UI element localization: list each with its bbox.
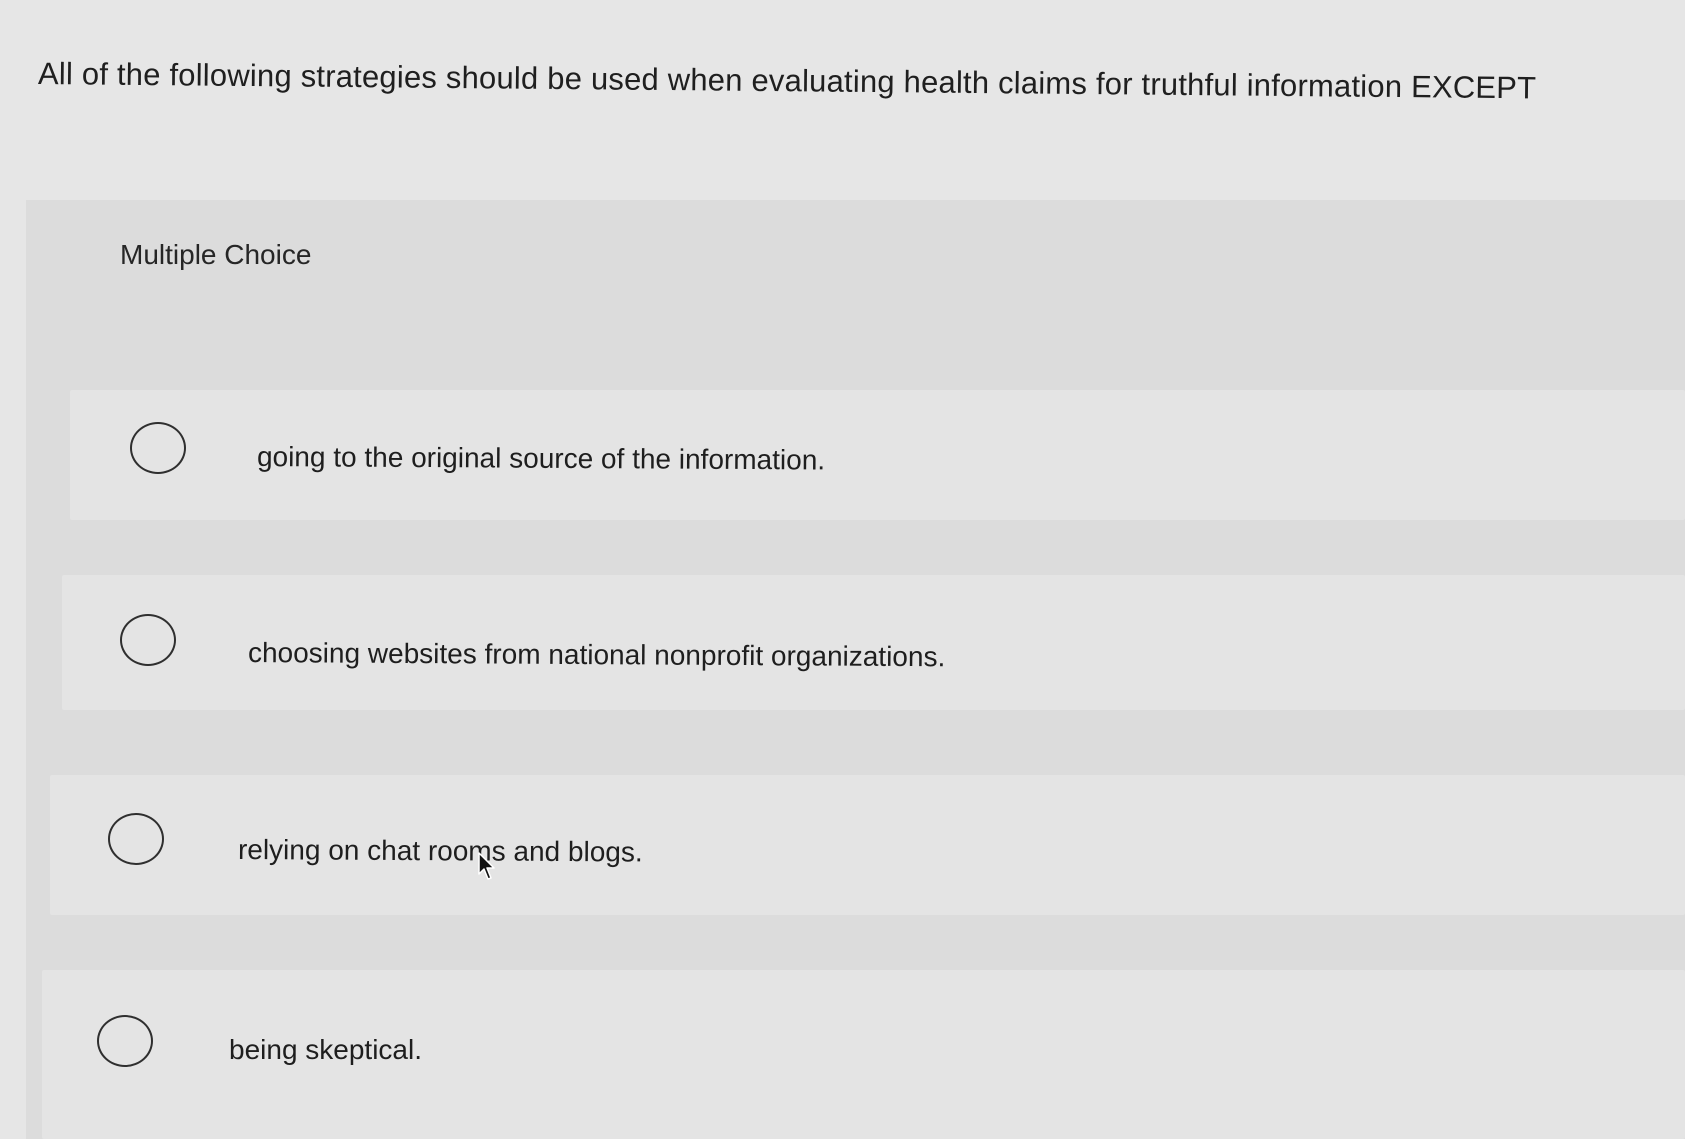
option-label[interactable]: relying on chat rooms and blogs. — [238, 833, 643, 869]
mouse-pointer-icon — [478, 852, 495, 880]
options-list: going to the original source of the info… — [0, 0, 1685, 1139]
option-label[interactable]: choosing websites from national nonprofi… — [248, 636, 945, 674]
option-label[interactable]: going to the original source of the info… — [257, 440, 825, 477]
radio-button-unselected-icon[interactable] — [130, 422, 186, 474]
radio-button-unselected-icon[interactable] — [97, 1015, 153, 1067]
option-label[interactable]: being skeptical. — [229, 1033, 422, 1067]
radio-button-unselected-icon[interactable] — [120, 614, 176, 666]
radio-button-unselected-icon[interactable] — [108, 813, 164, 865]
